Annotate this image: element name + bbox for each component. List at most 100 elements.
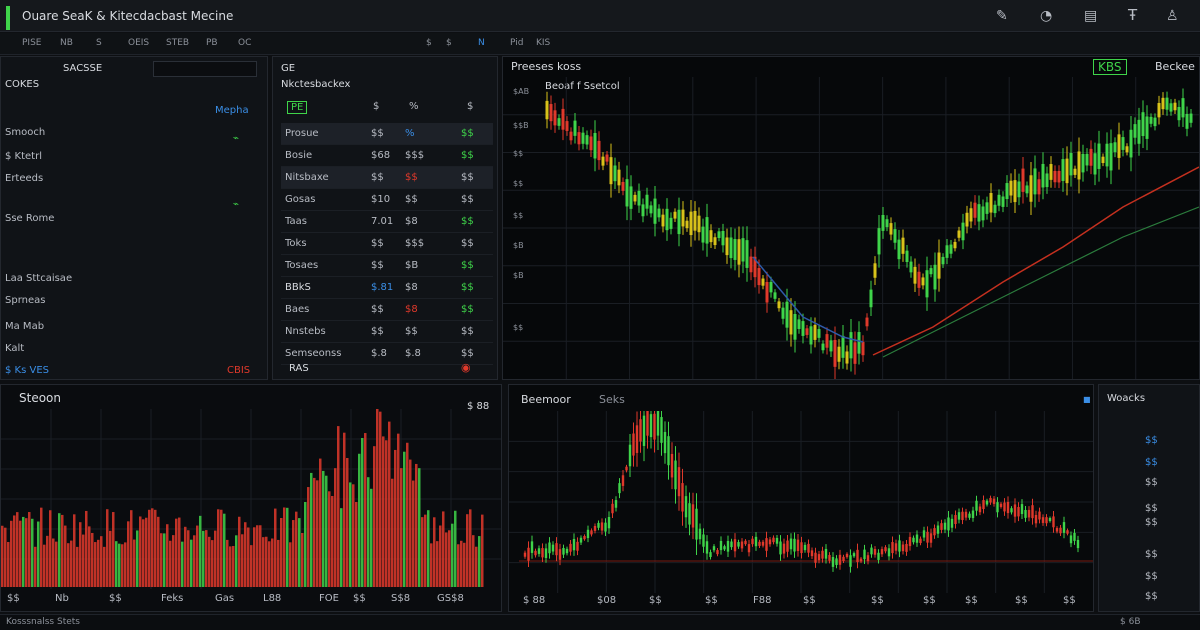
list-item[interactable]: Ma Mab (5, 321, 44, 332)
candle-body (1165, 97, 1169, 110)
toolbar-item[interactable]: N (478, 38, 485, 48)
table-row[interactable]: BBkS $.81 $8 $$ (281, 277, 493, 299)
volume-bar (388, 421, 391, 587)
x-tick-label: L88 (263, 593, 282, 604)
search-box[interactable] (153, 61, 257, 77)
volume-bar (130, 510, 133, 587)
volume-bar (136, 530, 139, 587)
column-header[interactable]: PE (287, 101, 308, 114)
list-item[interactable]: Laa Sttcaisae (5, 273, 72, 284)
pen-icon[interactable]: ✎ (996, 8, 1008, 24)
list-item[interactable]: Kalt (5, 343, 24, 354)
table-row[interactable]: Nitsbaxe $$ $$ $$ (281, 167, 493, 189)
volume-bar (217, 509, 220, 587)
volume-bar (316, 480, 319, 587)
candle-body (809, 326, 813, 345)
left-panel: SACSSE COKES Mepha Smooch $ Ktetrl Ertee… (0, 56, 268, 380)
candle-body (863, 549, 866, 560)
toolbar-item[interactable]: PB (206, 38, 218, 48)
window-title: Ouare SeaK & Kitecdacbast Mecine (22, 9, 234, 23)
candle-body (749, 256, 753, 273)
list-item[interactable]: Mepha (215, 105, 249, 116)
candle-body (968, 513, 971, 518)
toolbar-item[interactable]: Pid (510, 38, 523, 48)
right-value: $$ (1145, 477, 1158, 488)
candle-body (1038, 511, 1041, 520)
candle-body (733, 239, 737, 260)
candle-body (926, 531, 929, 543)
candle-body (697, 215, 701, 233)
candle-body (740, 541, 744, 549)
candle-body (527, 547, 530, 561)
candle-body (772, 537, 775, 543)
candle-body (950, 518, 954, 528)
table-row[interactable]: Prosue $$% $$ (281, 123, 493, 145)
list-item[interactable]: Sprneas (5, 295, 45, 306)
bottom-chart-subtitle: Seks (599, 393, 625, 406)
column-header[interactable]: $ (373, 101, 379, 112)
user-icon[interactable]: ♙ (1166, 8, 1179, 24)
candle-body (558, 549, 562, 560)
toolbar-item[interactable]: STEB (166, 38, 189, 48)
candle-body (853, 342, 857, 364)
record-icon[interactable]: ◉ (461, 361, 471, 374)
volume-bar (361, 438, 364, 587)
candle-body (717, 231, 721, 238)
candle-body (1033, 168, 1037, 195)
toolbar-item[interactable]: S (96, 38, 102, 48)
candle-body (745, 240, 749, 268)
column-header[interactable]: % (409, 101, 419, 112)
status-right: $ 6B (1120, 617, 1141, 627)
table-row[interactable]: Nnstebs $$ $$ $$ (281, 321, 493, 343)
volume-chart-svg[interactable] (1, 409, 501, 589)
list-item[interactable]: $ Ktetrl (5, 151, 42, 162)
candle-body (803, 544, 807, 551)
toolbar-item[interactable]: OC (238, 38, 251, 48)
candle-body (999, 503, 1003, 507)
candle-body (705, 217, 709, 244)
price-chart-svg[interactable] (503, 77, 1199, 379)
toolbar-item[interactable]: KIS (536, 38, 550, 48)
toolbar-item[interactable]: PISE (22, 38, 41, 48)
candle-body (1041, 163, 1045, 188)
list-item[interactable]: Smooch (5, 127, 45, 138)
list-item[interactable]: Erteeds (5, 173, 43, 184)
toolbar-item[interactable]: NB (60, 38, 73, 48)
volume-bar (271, 538, 274, 587)
chart-icon[interactable]: ▤ (1084, 8, 1097, 24)
table-row[interactable]: Toks $$ $$$ $$ (281, 233, 493, 255)
table-row[interactable]: Gosas $10 $$ $$ (281, 189, 493, 211)
text-icon[interactable]: Ŧ (1128, 6, 1137, 24)
y-tick-label: $AB (513, 87, 530, 96)
resize-handle-icon[interactable]: ■ (1083, 395, 1091, 404)
candle-body (1053, 170, 1057, 183)
list-item[interactable]: Sse Rome (5, 213, 54, 224)
toolbar-item[interactable]: OEIS (128, 38, 149, 48)
candle-body (1145, 116, 1149, 139)
volume-bar (208, 536, 211, 587)
watchlist-subtitle: Nkctesbackex (281, 79, 351, 90)
volume-bar (403, 451, 406, 587)
volume-bar (337, 426, 340, 587)
volume-chart-panel: Steoon $ 88 $$ Nb $$ Feks Gas L88 FOE $$… (0, 384, 502, 612)
candle-body (969, 208, 973, 222)
table-row[interactable]: Bosie $68 $$$ $$ (281, 145, 493, 167)
watchlist-panel: GE Nkctesbackex PE $ % $ Prosue $$% $$ Bos… (272, 56, 498, 380)
candle-body (725, 237, 729, 256)
toolbar-item[interactable]: $ (446, 38, 452, 48)
volume-bar (37, 521, 40, 587)
gauge-icon[interactable]: ◔ (1040, 8, 1052, 24)
table-row[interactable]: Tosaes $$ $B $$ (281, 255, 493, 277)
bottom-chart-svg[interactable] (509, 411, 1093, 593)
candle-body (781, 307, 785, 319)
candle-body (838, 554, 842, 565)
toolbar-item[interactable]: $ (426, 38, 432, 48)
table-row[interactable]: Taas 7.01 $8 $$ (281, 211, 493, 233)
candle-body (877, 228, 881, 255)
table-row[interactable]: Baes $$ $8 $$ (281, 299, 493, 321)
candle-body (849, 555, 852, 567)
candle-body (841, 335, 845, 358)
volume-bar (70, 540, 73, 587)
column-header[interactable]: $ (467, 101, 473, 112)
candle-body (544, 548, 548, 558)
